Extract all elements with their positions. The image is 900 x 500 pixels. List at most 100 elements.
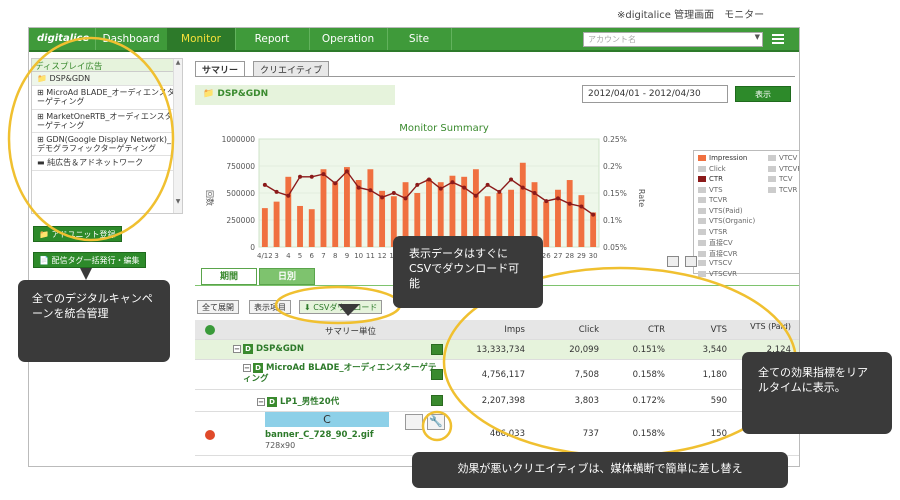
legend-item[interactable]: VTS(Organic) [698,217,755,225]
table-row[interactable]: − D DSP&GDN 13,333,734 20,099 0.151% 3,540… [195,340,799,360]
x-tick-label: 9 [345,252,349,260]
sidebar-item-dsp-gdn[interactable]: 📁 DSP&GDN [32,72,182,87]
impression-bar [543,201,550,247]
y-tick-label: 250000 [226,216,255,225]
ctr-point [567,201,572,206]
expand-all-button[interactable]: 全て展開 [197,300,239,314]
chart-icon[interactable] [431,344,443,355]
banner-filename[interactable]: banner_C_728_90_2.gif [265,430,374,440]
tab-daily[interactable]: 日別 [259,268,315,285]
collapse-icon[interactable]: − [233,345,241,353]
legend-item[interactable]: CTR [698,175,723,183]
ctr-point [391,191,396,195]
tag-bulk-button[interactable]: 📄 配信タグ一括発行・編集 [33,252,146,268]
ctr-point [415,182,420,187]
y-tick-label: 750000 [226,162,255,171]
legend-item[interactable]: VTS [698,186,723,194]
legend-item[interactable]: VTS(Paid) [698,207,743,215]
impression-bar [355,180,362,247]
csv-download-button[interactable]: ⬇ CSVダウンロード [299,300,383,314]
display-items-button[interactable]: 表示項目 [249,300,291,314]
chart-icon[interactable] [405,414,423,430]
ctr-point [344,169,349,174]
legend-item[interactable]: VTSCV [698,259,732,267]
page-caption: ※digitalice 管理画面 モニター [617,10,765,21]
adunit-register-button[interactable]: 📁 アドユニット登録 [33,226,122,242]
wrench-icon[interactable]: 🔧 [427,414,445,430]
col-click: Click [578,325,599,335]
status-alert-icon [205,430,215,440]
col-vts-paid: VTS (Paid) [750,322,791,331]
nav-operation[interactable]: Operation [309,28,387,50]
ctr-point [380,195,385,200]
ctr-point [427,177,431,182]
ctr-point [356,185,361,190]
ctr-point [591,212,596,217]
ctr-point [262,182,267,187]
legend-item[interactable]: VTCVR [768,165,799,173]
callout-csv: 表示データはすぐにCSVでダウンロード可能 [393,236,543,308]
sidebar-item-microad[interactable]: ⊞ MicroAd BLADE_オーディエンスターゲティング [32,86,182,110]
sidebar-item-gdn[interactable]: ⊞ GDN(Google Display Network)_デモグラフィックター… [32,133,182,157]
y2-axis-label: Rate [637,189,646,207]
ctr-point [579,204,584,209]
chart-icon[interactable] [431,395,443,406]
nav-monitor[interactable]: Monitor [167,28,235,50]
nav-site[interactable]: Site [387,28,451,50]
impression-bar [590,212,597,247]
x-tick-label: 5 [298,252,302,260]
col-ctr: CTR [647,325,665,335]
chart-legend: Impression Click CTR VTS TCVR VTS(Paid) VTS(Or… [693,150,799,278]
tab-creative[interactable]: クリエイティブ [253,61,330,76]
download-icon[interactable] [685,256,697,267]
legend-item[interactable]: TCV [768,175,793,183]
ctr-point [462,185,467,190]
menu-icon[interactable] [772,34,784,44]
nav-report[interactable]: Report [235,28,309,50]
legend-item[interactable]: VTSR [698,228,727,236]
y2-tick-label: 0.05% [603,243,627,252]
table-row[interactable]: C banner_C_728_90_2.gif 728x90 🔧 466,033… [195,412,799,456]
chart-icon[interactable] [431,369,443,380]
show-button[interactable]: 表示 [735,86,791,102]
col-imps: Imps [504,325,525,335]
impression-bar [273,201,280,247]
sidebar-item-marketone[interactable]: ⊞ MarketOneRTB_オーディエンスターゲティング [32,110,182,133]
banner-size: 728x90 [265,441,296,450]
table-row[interactable]: − D MicroAd BLADE_オーディエンスターゲティング 4,756,117… [195,360,799,390]
print-icon[interactable] [667,256,679,267]
y-tick-label: 500000 [226,189,255,198]
x-tick-label: 4 [286,252,291,260]
y-tick-label: 0 [250,243,255,252]
impression-bar [261,208,268,247]
y2-tick-label: 0.25% [603,135,627,144]
impression-bar [566,180,573,247]
x-tick-label: 6 [310,252,315,260]
legend-item[interactable]: Click [698,165,726,173]
table-row[interactable]: − D LP1_男性20代 2,207,398 3,803 0.172% 590 [195,390,799,412]
tab-summary[interactable]: サマリー [195,61,246,76]
sidebar-item-pure-ads[interactable]: ▬ 純広告＆アドネットワーク [32,156,182,171]
x-tick-label: 26 [542,252,551,260]
account-select[interactable]: アカウント名 ▼ [583,32,763,47]
legend-item[interactable]: TCVR [768,186,797,194]
nav-dashboard[interactable]: Dashboard [95,28,167,50]
status-ok-icon [205,325,215,335]
y-axis-label: 回数 [205,190,215,206]
collapse-icon[interactable]: − [257,398,265,406]
legend-item[interactable]: VTSCVR [698,270,737,278]
impression-bar [285,176,292,247]
legend-item[interactable]: 直接CVR [698,249,738,259]
ctr-point [298,174,303,179]
collapse-icon[interactable]: − [243,364,251,372]
top-nav: digitalice Dashboard Monitor Report Oper… [29,28,799,52]
legend-item[interactable]: VTCV [768,154,797,162]
date-range-input[interactable]: 2012/04/01 - 2012/04/30 [582,85,728,103]
legend-item[interactable]: Impression [698,154,747,162]
tab-period[interactable]: 期間 [201,268,257,285]
ctr-point [450,180,455,185]
legend-item[interactable]: 直接CV [698,238,733,248]
legend-item[interactable]: TCVR [698,196,727,204]
impression-bar [344,167,350,247]
ctr-point [497,189,502,194]
